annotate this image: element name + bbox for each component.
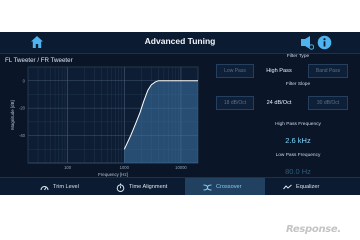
crossover-chart: 0 -20 -40 100 1000 10000 Frequency [Hz] Magnitu… [6, 65, 206, 183]
speaker-settings-icon[interactable] [299, 35, 314, 50]
filter-type-title: Filter Type [286, 54, 310, 59]
tab-time-alignment[interactable]: Time Alignment [116, 178, 167, 195]
tab-crossover[interactable]: Crossover [185, 178, 265, 195]
filter-slope-30[interactable]: 30 dB/Oct [308, 96, 348, 110]
equalizer-icon [283, 184, 292, 189]
high-pass-title: High Pass Frequency [275, 122, 321, 127]
crossover-chart-svg: 0-20-40100 1000 10000Frequency [Hz]Magnitu… [10, 66, 199, 177]
tab-time-alignment-label: Time Alignment [129, 184, 168, 190]
x-tick-label: 10000 [175, 165, 187, 170]
low-pass-frequency-value: 80.0 Hz [285, 167, 311, 176]
y-tick-label: -40 [19, 133, 26, 138]
crossover-icon [203, 184, 212, 190]
x-tick-label: 100 [64, 165, 72, 170]
tab-crossover-label: Crossover [216, 184, 242, 190]
high-pass-frequency-value[interactable]: 2.6 kHz [258, 136, 338, 145]
tuning-screen: Advanced Tuning FL Tweeter / FR Tweeter … [0, 32, 360, 195]
filter-type-band-pass[interactable]: Band Pass [308, 64, 348, 78]
x-tick-label: 1000 [120, 165, 130, 170]
tab-trim-level-label: Trim Level [53, 184, 79, 190]
stopwatch-icon [116, 183, 125, 192]
tab-trim-level[interactable]: Trim Level [40, 178, 79, 195]
y-tick-label: -20 [19, 106, 26, 111]
filter-type-low-pass[interactable]: Low Pass [216, 64, 254, 78]
filter-slope-18[interactable]: 18 dB/Oct [216, 96, 254, 110]
filter-slope-title: Filter Slope [285, 82, 311, 87]
low-pass-title: Low Pass Frequency [275, 153, 321, 158]
y-axis-label: Magnitude [dB] [10, 100, 15, 130]
bottom-tab-bar: Trim Level Time Alignment Crossover Equa… [0, 177, 360, 195]
tab-equalizer-label: Equalizer [296, 184, 320, 190]
channel-label: FL Tweeter / FR Tweeter [5, 57, 73, 64]
gauge-icon [40, 185, 49, 190]
filter-type-high-pass[interactable]: High Pass [258, 64, 300, 78]
tab-equalizer[interactable]: Equalizer [283, 178, 319, 195]
info-icon[interactable] [317, 35, 332, 50]
filter-slope-24[interactable]: 24 dB/Oct [258, 96, 300, 110]
top-bar: Advanced Tuning [0, 32, 360, 54]
response-watermark: Response. [286, 224, 341, 235]
y-tick-label: 0 [23, 78, 26, 83]
